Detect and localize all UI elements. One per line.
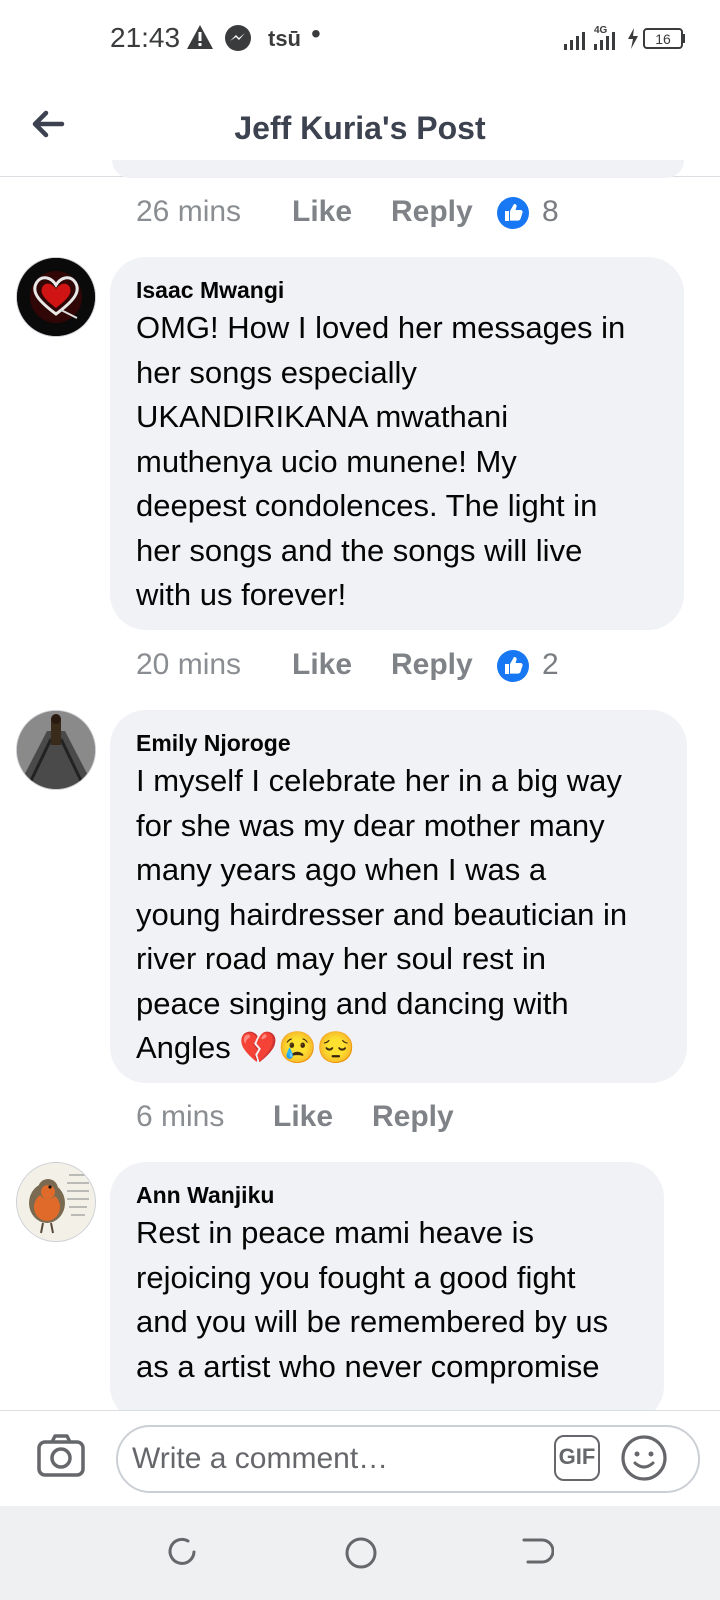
- reply-button[interactable]: Reply: [372, 1100, 454, 1133]
- comment-bubble[interactable]: Ann Wanjiku Rest in peace mami heave is …: [110, 1162, 664, 1422]
- reply-button[interactable]: Reply: [391, 648, 473, 681]
- comment-line: UKANDIRIKANA mwathani: [136, 399, 509, 434]
- comment-time: 6 mins: [136, 1100, 225, 1133]
- comment-line: many years ago when I was a: [136, 852, 547, 887]
- comment-time: 20 mins: [136, 648, 242, 681]
- comment-line: muthenya ucio munene! My: [136, 443, 517, 479]
- comment-line: as a artist who never compromise: [136, 1348, 600, 1384]
- comment-input-box[interactable]: GIF: [116, 1425, 700, 1493]
- like-button[interactable]: Like: [273, 1100, 333, 1133]
- like-reaction-icon[interactable]: [496, 649, 530, 683]
- comment-bubble[interactable]: Emily Njoroge I myself I celebrate her i…: [110, 710, 687, 1083]
- comment-line: her songs especially: [136, 354, 417, 390]
- emoji-icon[interactable]: [620, 1434, 668, 1482]
- status-dot: •: [311, 18, 321, 49]
- comment-author[interactable]: Ann Wanjiku: [136, 1182, 274, 1209]
- status-time: 21:43: [110, 22, 181, 53]
- battery-level: 16: [655, 31, 671, 47]
- warning-icon: [187, 25, 213, 49]
- comment-author[interactable]: Emily Njoroge: [136, 730, 291, 757]
- charging-icon: [628, 28, 638, 49]
- comment-meta: 26 mins: [136, 195, 241, 229]
- heart-avatar-image: [17, 258, 95, 336]
- comment-composer: GIF: [0, 1410, 720, 1507]
- comment-text: I myself I celebrate her in a big way fo…: [136, 759, 681, 1071]
- comment-line: river road may her soul rest in: [136, 941, 547, 976]
- escalator-avatar-image: [17, 711, 95, 789]
- page-title: Jeff Kuria's Post: [234, 110, 486, 146]
- comment-time: 26 mins: [136, 195, 242, 228]
- system-nav-bar: [0, 1506, 720, 1600]
- previous-comment-bubble: [112, 160, 684, 178]
- comment-line: rejoicing you fought a good fight: [136, 1259, 576, 1295]
- comment-line: peace singing and dancing with: [136, 985, 569, 1021]
- camera-icon[interactable]: [36, 1433, 86, 1479]
- comment-line: young hairdresser and beautician in: [136, 896, 628, 932]
- like-button[interactable]: Like: [292, 648, 352, 681]
- comment-input[interactable]: [130, 1435, 534, 1483]
- comment-text: OMG! How I loved her messages in her son…: [136, 306, 676, 618]
- comment-line: I myself I celebrate her in a big way: [136, 763, 622, 798]
- comment-line: and you will be remembered by us: [136, 1304, 609, 1339]
- recent-apps-icon[interactable]: [166, 1536, 198, 1568]
- messenger-icon: [225, 25, 251, 51]
- back-nav-icon[interactable]: [520, 1536, 554, 1568]
- reply-button[interactable]: Reply: [391, 195, 473, 228]
- signal-icon: [564, 32, 585, 50]
- comment-line: for she was my dear mother many: [136, 807, 605, 843]
- comment-line: OMG! How I loved her messages in: [136, 310, 626, 345]
- comment-line: her songs and the songs will live: [136, 532, 583, 568]
- comment-line: deepest condolences. The light in: [136, 488, 598, 523]
- gif-button[interactable]: GIF: [554, 1435, 600, 1481]
- comment-line: with us forever!: [136, 577, 347, 612]
- comment-line: Rest in peace mami heave is: [136, 1215, 535, 1250]
- home-icon[interactable]: [344, 1536, 378, 1570]
- comment-author[interactable]: Isaac Mwangi: [136, 277, 284, 304]
- comment-text: Rest in peace mami heave is rejoicing yo…: [136, 1211, 656, 1389]
- reaction-count: 2: [542, 648, 559, 681]
- like-button[interactable]: Like: [292, 195, 352, 228]
- like-reaction-icon[interactable]: [496, 196, 530, 230]
- signal-battery-icons: 4G 16: [564, 25, 685, 50]
- avatar[interactable]: [16, 1162, 96, 1242]
- avatar[interactable]: [16, 257, 96, 337]
- status-app-label: tsū: [268, 26, 301, 51]
- avatar[interactable]: [16, 710, 96, 790]
- comment-line: Angles 💔😢😔: [136, 1030, 356, 1065]
- comment-bubble[interactable]: Isaac Mwangi OMG! How I loved her messag…: [110, 257, 684, 630]
- robin-avatar-image: [17, 1163, 95, 1241]
- network-label: 4G: [594, 25, 608, 36]
- reaction-count: 8: [542, 195, 559, 228]
